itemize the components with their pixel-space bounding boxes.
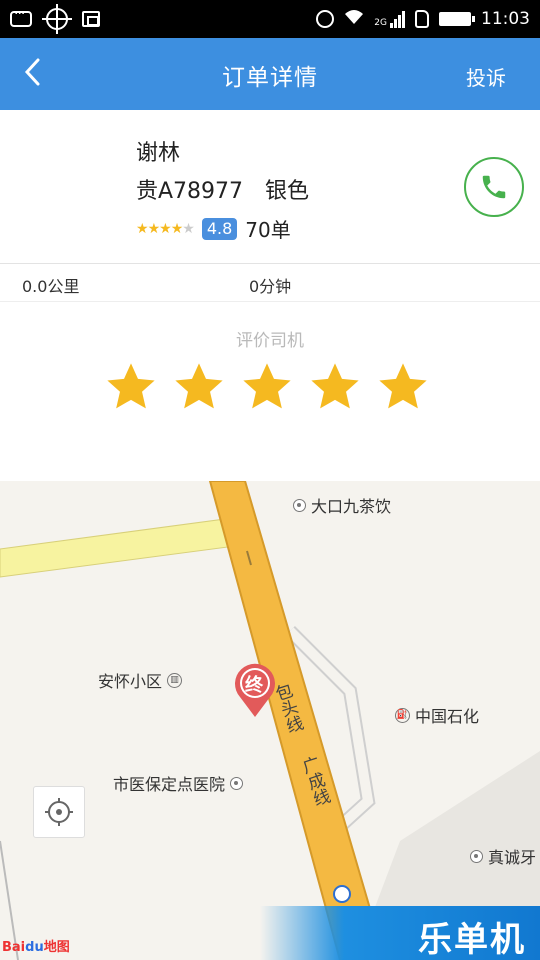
screenshot-icon xyxy=(82,11,100,27)
locate-button[interactable] xyxy=(33,786,85,838)
baidu-map-logo: Baidu地图 xyxy=(2,936,70,955)
poi-label: 真诚牙 xyxy=(488,848,537,867)
poi-label: 安怀小区 xyxy=(98,672,163,691)
star-filled-icon: ★ xyxy=(147,220,161,237)
logo-bai: Bai xyxy=(2,940,26,955)
poi-residential[interactable]: 安怀小区 ▥ xyxy=(98,668,183,692)
watermark-banner: 乐单机 xyxy=(260,906,540,960)
rate-star-2[interactable] xyxy=(172,360,226,414)
poi-hospital[interactable]: 市医保定点医院 xyxy=(113,771,244,795)
driver-name: 谢林 xyxy=(136,141,181,166)
poi-label: 市医保定点医院 xyxy=(113,775,226,794)
trip-duration: 0分钟 xyxy=(249,277,292,296)
watermark-text: 乐单机 xyxy=(418,920,526,960)
trip-distance: 0.0公里 xyxy=(22,277,80,296)
rate-star-1[interactable] xyxy=(104,360,158,414)
license-plate: 贵A78977 xyxy=(136,179,244,204)
wifi-icon xyxy=(344,9,364,30)
signal-icon: 2G xyxy=(374,10,405,28)
alarm-icon xyxy=(316,10,335,28)
poi-dot-icon xyxy=(293,498,306,512)
driver-card: 谢林 贵A78977 银色 ★★★★★ 4.8 70单 xyxy=(0,110,540,264)
gps-icon xyxy=(42,4,72,34)
poi-dental[interactable]: 真诚牙 xyxy=(470,844,536,868)
logo-du: du xyxy=(25,940,44,955)
call-driver-button[interactable] xyxy=(464,157,524,217)
poi-dot-icon xyxy=(230,776,244,790)
network-type: 2G xyxy=(374,18,387,28)
rate-driver-stars xyxy=(104,360,430,414)
locate-crosshair-icon xyxy=(45,798,73,826)
star-filled-icon: ★ xyxy=(170,220,184,237)
trip-summary: 0.0公里 0分钟 xyxy=(0,264,540,302)
poi-plus-icon xyxy=(470,849,483,863)
top-nav-bar: 订单详情 投诉 xyxy=(0,38,540,110)
page-title: 订单详情 xyxy=(222,65,318,91)
poi-tea-shop[interactable]: 大口九茶饮 xyxy=(293,493,391,517)
route-map[interactable]: 大口九茶饮 安怀小区 ▥ ⛽ 中国石化 市医保定点医院 真诚牙 包头线 广成线 终 … xyxy=(0,481,540,960)
battery-icon xyxy=(439,12,475,26)
rate-driver-title: 评价司机 xyxy=(236,331,304,351)
vehicle-info: 贵A78977 银色 xyxy=(136,173,331,205)
status-bar: 2G 11:03 xyxy=(0,0,540,38)
rate-star-3[interactable] xyxy=(240,360,294,414)
destination-marker-label: 终 xyxy=(245,675,263,696)
rate-star-4[interactable] xyxy=(308,360,362,414)
phone-icon xyxy=(482,175,506,199)
logo-map: 地图 xyxy=(43,940,70,955)
star-filled-icon: ★ xyxy=(136,220,149,237)
sim-icon xyxy=(415,10,429,28)
gas-station-icon: ⛽ xyxy=(395,707,410,723)
poi-gas-station[interactable]: ⛽ 中国石化 xyxy=(395,703,479,727)
poi-label: 大口九茶饮 xyxy=(311,497,392,516)
driver-star-rating: ★★★★★ xyxy=(136,220,195,237)
driver-rating: ★★★★★ 4.8 70单 xyxy=(136,214,291,243)
poi-label: 中国石化 xyxy=(415,707,480,726)
star-filled-icon: ★ xyxy=(159,220,172,237)
rate-star-5[interactable] xyxy=(376,360,430,414)
clock: 11:03 xyxy=(481,9,530,29)
car-color: 银色 xyxy=(265,179,310,204)
complain-button[interactable]: 投诉 xyxy=(466,62,506,91)
message-icon xyxy=(10,6,32,27)
order-count: 70单 xyxy=(245,218,291,242)
score-badge: 4.8 xyxy=(201,217,238,240)
destination-marker[interactable]: 终 xyxy=(232,661,278,719)
star-empty-icon: ★ xyxy=(182,220,195,237)
building-icon: ▥ xyxy=(167,672,183,688)
